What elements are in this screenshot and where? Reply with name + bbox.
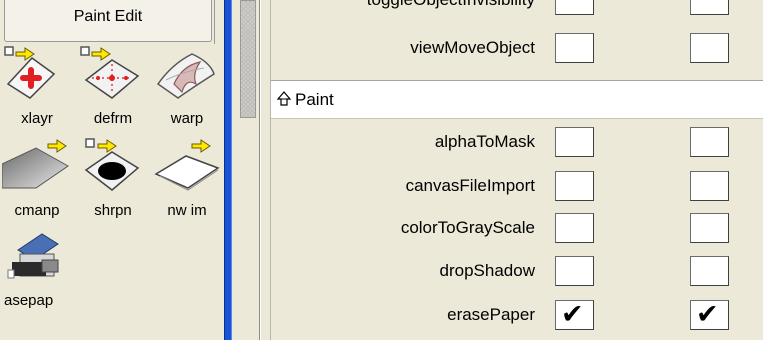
tool-label: warp — [170, 110, 204, 127]
panel-gutter — [261, 0, 271, 340]
color-manipulation-icon — [2, 139, 69, 189]
tool-label: defrm — [93, 110, 133, 127]
row-checkbox-2[interactable] — [690, 0, 729, 15]
tool-cmanp[interactable]: cmanp — [0, 136, 74, 228]
tool-xlayr[interactable]: xlayr — [0, 44, 74, 136]
tool-asepap[interactable]: asepap — [0, 226, 74, 318]
row-checkbox-1[interactable] — [555, 298, 594, 332]
erase-paper-icon — [7, 233, 59, 279]
panel-splitter[interactable] — [224, 0, 232, 340]
row-name: toggleObjectInvisibility — [367, 0, 535, 22]
tool-label: shrpn — [94, 202, 132, 219]
tool-palette: Paint Edit xlayr defrm warp cmanp shrpn … — [0, 0, 224, 340]
row-checkbox-1[interactable] — [555, 127, 594, 157]
palette-tab-title: Paint Edit — [73, 8, 143, 25]
section-title: Paint — [295, 90, 334, 109]
tool-label: asepap — [4, 292, 54, 309]
sharpen-icon — [84, 138, 140, 191]
row-checkbox-1[interactable] — [555, 213, 594, 243]
tool-label: nw im — [167, 202, 207, 219]
hotkey-grid: toggleObjectInvisibility viewMoveObject … — [271, 0, 763, 340]
row-checkbox-2[interactable] — [690, 127, 729, 157]
new-image-icon — [154, 139, 220, 191]
row-checkbox-1[interactable] — [555, 0, 594, 15]
deform-icon — [80, 46, 140, 99]
grid-row: canvasFileImport — [271, 164, 763, 208]
warp-icon — [156, 53, 215, 99]
row-checkbox-2[interactable] — [690, 33, 729, 63]
tool-warp[interactable]: warp — [150, 44, 224, 136]
grid-row: dropShadow — [271, 249, 763, 293]
tool-nw-im[interactable]: nw im — [150, 136, 224, 228]
grid-row: erasePaper — [271, 293, 763, 337]
row-name: colorToGrayScale — [400, 218, 535, 237]
row-checkbox-2[interactable] — [690, 298, 729, 332]
row-checkbox-1[interactable] — [555, 171, 594, 201]
tool-label: cmanp — [14, 202, 60, 219]
grid-row: toggleObjectInvisibility — [271, 0, 763, 22]
tool-shrpn[interactable]: shrpn — [76, 136, 150, 228]
row-name: alphaToMask — [434, 132, 535, 151]
row-checkbox-1[interactable] — [555, 33, 594, 63]
grid-row: colorToGrayScale — [271, 206, 763, 250]
row-name: viewMoveObject — [410, 38, 535, 57]
row-name: erasePaper — [447, 305, 535, 324]
row-checkbox-2[interactable] — [690, 171, 729, 201]
tool-defrm[interactable]: defrm — [76, 44, 150, 136]
collapse-arrow-icon — [277, 91, 291, 106]
tool-label: xlayr — [21, 110, 53, 127]
scrollbar-thumb[interactable] — [240, 0, 256, 118]
row-checkbox-1[interactable] — [555, 256, 594, 286]
palette-tab-edge — [214, 0, 224, 44]
row-name: canvasFileImport — [405, 176, 535, 195]
grid-row: alphaToMask — [271, 120, 763, 164]
row-checkbox-2[interactable] — [690, 213, 729, 243]
section-header-paint[interactable]: Paint — [271, 80, 763, 119]
grid-row: viewMoveObject — [271, 26, 763, 70]
row-checkbox-2[interactable] — [690, 256, 729, 286]
transform-layer-icon — [4, 46, 56, 99]
row-name: dropShadow — [439, 261, 535, 280]
palette-tab[interactable]: Paint Edit — [4, 0, 212, 42]
